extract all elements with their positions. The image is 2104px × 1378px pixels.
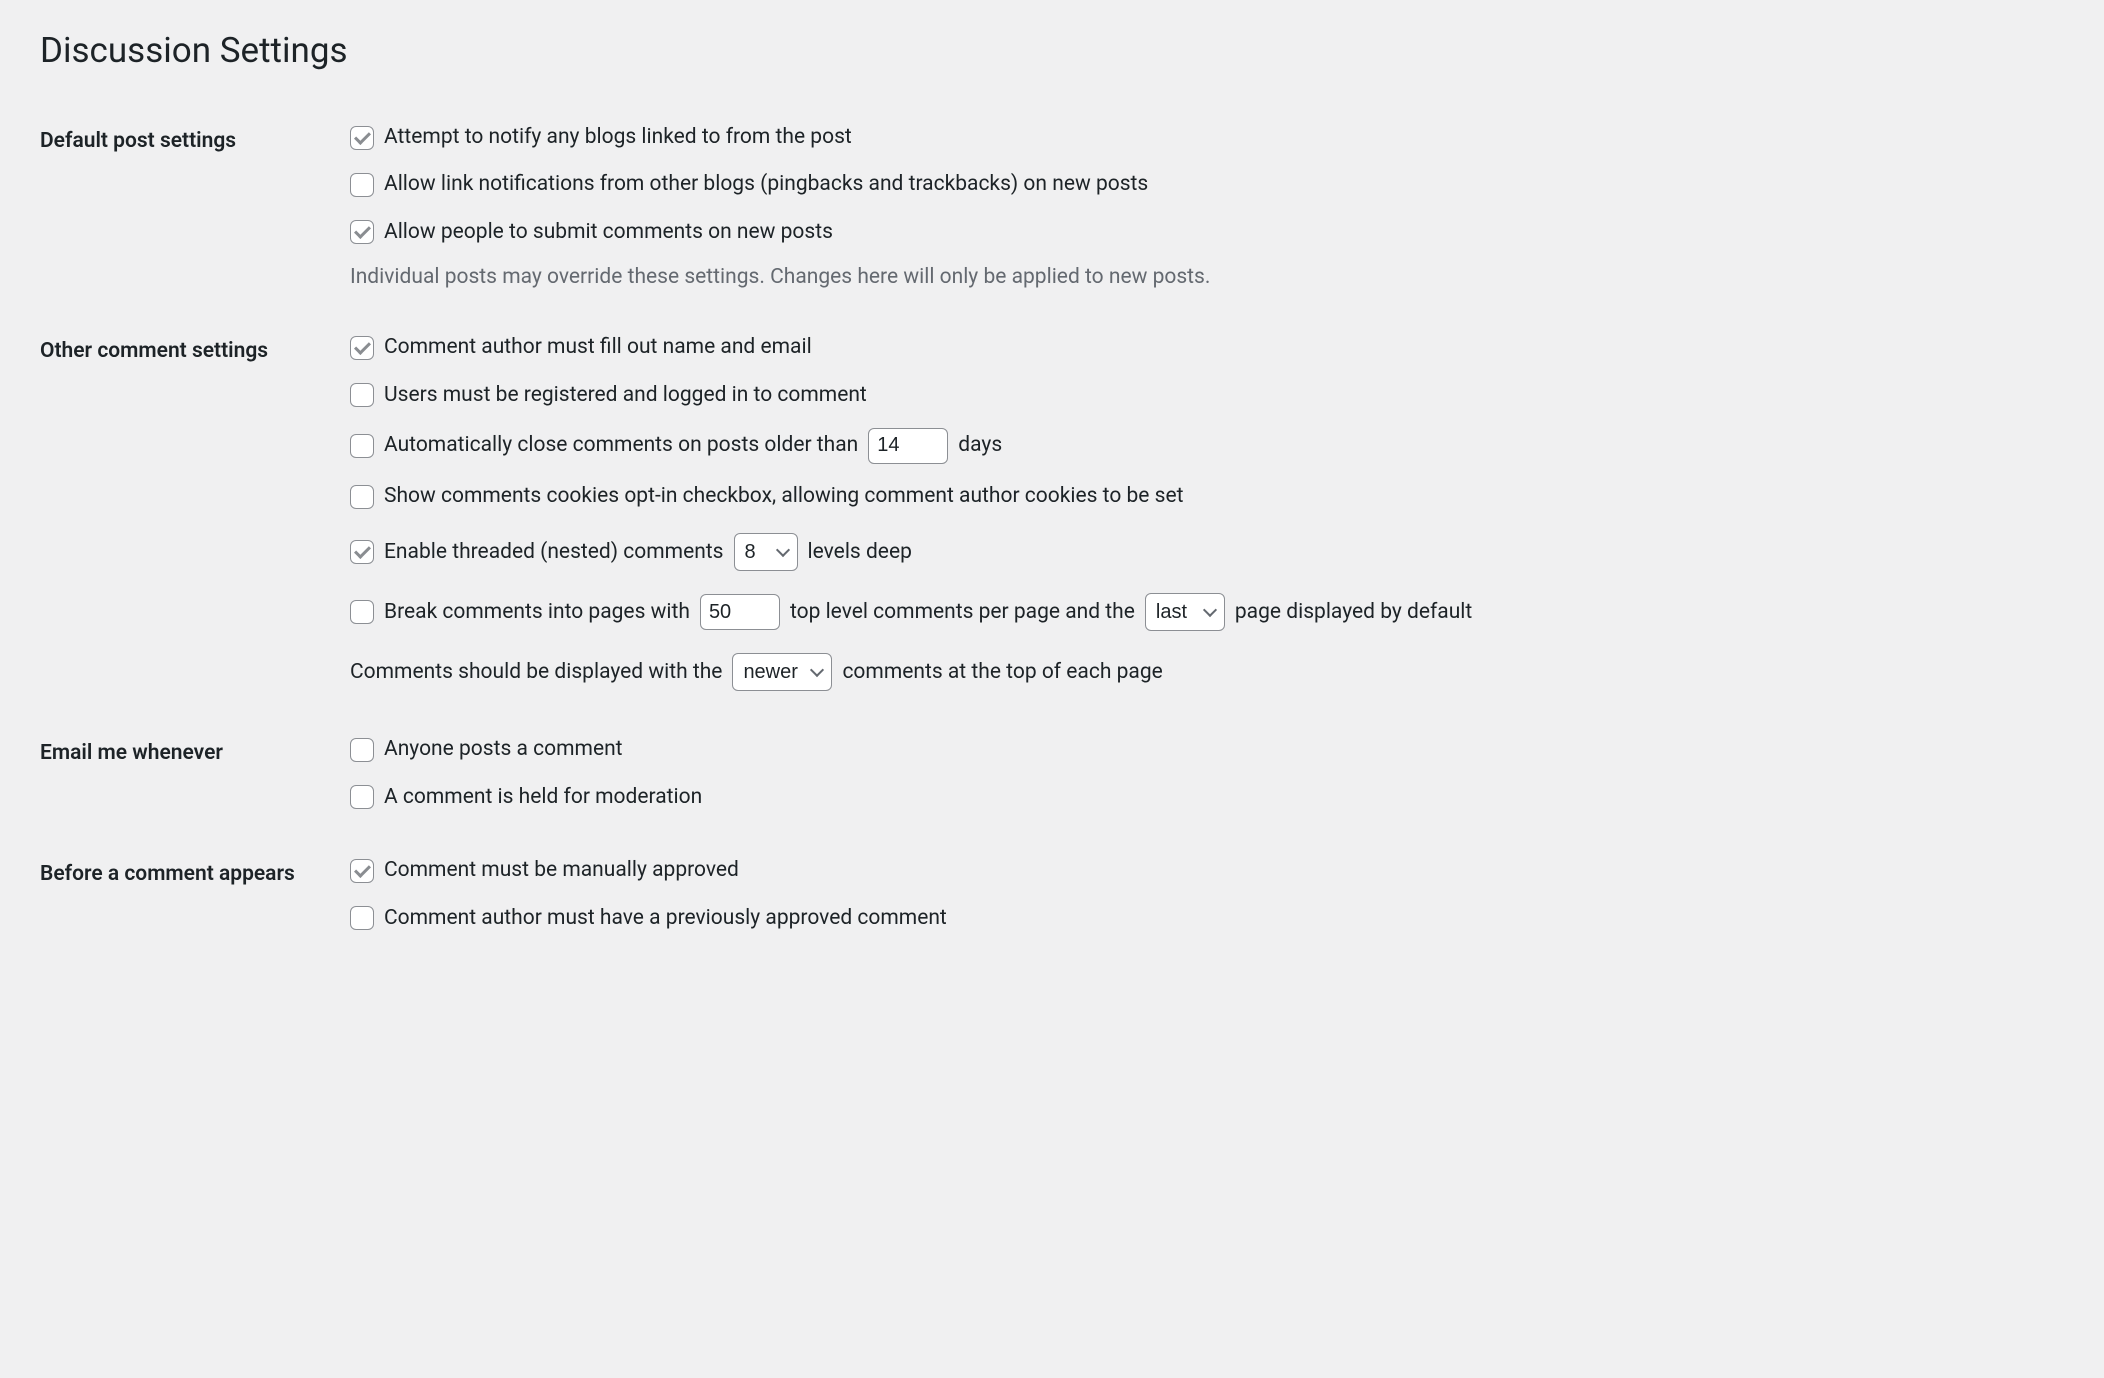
settings-form-table: Default post settings Attempt to notify …: [40, 101, 2064, 955]
anyone-posts-checkbox[interactable]: [350, 738, 374, 762]
auto-close-label-after: days: [958, 431, 1002, 460]
option-prev-approved: Comment author must have a previously ap…: [350, 904, 2054, 933]
default-post-description: Individual posts may override these sett…: [350, 265, 2054, 289]
threaded-label-after: levels deep: [808, 538, 912, 567]
prev-approved-label: Comment author must have a previously ap…: [384, 904, 947, 933]
notify-linked-checkbox[interactable]: [350, 126, 374, 150]
option-notify-linked: Attempt to notify any blogs linked to fr…: [350, 123, 2054, 152]
section-heading-other-comment: Other comment settings: [40, 311, 340, 713]
paginate-checkbox[interactable]: [350, 600, 374, 624]
auto-close-label-before: Automatically close comments on posts ol…: [384, 431, 858, 460]
allow-comments-label: Allow people to submit comments on new p…: [384, 218, 833, 247]
allow-pingbacks-label: Allow link notifications from other blog…: [384, 170, 1148, 199]
paginate-default-page-select[interactable]: last: [1145, 593, 1225, 631]
threaded-depth-select[interactable]: 8: [734, 533, 798, 571]
threaded-depth-select-wrap: 8: [734, 533, 798, 571]
manual-approve-label: Comment must be manually approved: [384, 856, 739, 885]
paginate-label2: top level comments per page and the: [790, 598, 1135, 627]
anyone-posts-label: Anyone posts a comment: [384, 735, 623, 764]
held-moderation-label: A comment is held for moderation: [384, 783, 702, 812]
require-registration-label: Users must be registered and logged in t…: [384, 381, 867, 410]
section-other-comment: Other comment settings Comment author mu…: [40, 311, 2064, 713]
section-email-me: Email me whenever Anyone posts a comment…: [40, 713, 2064, 834]
option-cookies-optin: Show comments cookies opt-in checkbox, a…: [350, 482, 2054, 511]
comment-order-select-wrap: newer: [732, 653, 832, 691]
cookies-optin-checkbox[interactable]: [350, 485, 374, 509]
option-manual-approve: Comment must be manually approved: [350, 856, 2054, 885]
threaded-label-before: Enable threaded (nested) comments: [384, 538, 724, 567]
held-moderation-checkbox[interactable]: [350, 785, 374, 809]
allow-comments-checkbox[interactable]: [350, 220, 374, 244]
section-before-appears: Before a comment appears Comment must be…: [40, 834, 2064, 955]
allow-pingbacks-checkbox[interactable]: [350, 173, 374, 197]
option-threaded: Enable threaded (nested) comments 8 leve…: [350, 533, 2054, 571]
comment-order-label1: Comments should be displayed with the: [350, 658, 722, 687]
option-anyone-posts: Anyone posts a comment: [350, 735, 2054, 764]
require-registration-checkbox[interactable]: [350, 383, 374, 407]
option-require-registration: Users must be registered and logged in t…: [350, 381, 2054, 410]
auto-close-days-input[interactable]: [868, 428, 948, 464]
require-name-email-label: Comment author must fill out name and em…: [384, 333, 812, 362]
option-paginate: Break comments into pages with top level…: [350, 593, 2054, 631]
section-heading-before-appears: Before a comment appears: [40, 834, 340, 955]
page-title: Discussion Settings: [40, 30, 2064, 71]
notify-linked-label: Attempt to notify any blogs linked to fr…: [384, 123, 852, 152]
paginate-label3: page displayed by default: [1235, 598, 1472, 627]
option-allow-pingbacks: Allow link notifications from other blog…: [350, 170, 2054, 199]
settings-page: Discussion Settings Default post setting…: [0, 0, 2104, 1015]
paginate-default-page-select-wrap: last: [1145, 593, 1225, 631]
require-name-email-checkbox[interactable]: [350, 336, 374, 360]
cookies-optin-label: Show comments cookies opt-in checkbox, a…: [384, 482, 1184, 511]
option-allow-comments: Allow people to submit comments on new p…: [350, 218, 2054, 247]
threaded-checkbox[interactable]: [350, 540, 374, 564]
section-heading-email-me: Email me whenever: [40, 713, 340, 834]
comment-order-label2: comments at the top of each page: [842, 658, 1162, 687]
option-comment-order: Comments should be displayed with the ne…: [350, 653, 2054, 691]
auto-close-checkbox[interactable]: [350, 434, 374, 458]
paginate-per-page-input[interactable]: [700, 594, 780, 630]
option-auto-close: Automatically close comments on posts ol…: [350, 428, 2054, 464]
paginate-label1: Break comments into pages with: [384, 598, 690, 627]
option-held-moderation: A comment is held for moderation: [350, 783, 2054, 812]
prev-approved-checkbox[interactable]: [350, 906, 374, 930]
manual-approve-checkbox[interactable]: [350, 859, 374, 883]
section-heading-default-post: Default post settings: [40, 101, 340, 311]
option-require-name-email: Comment author must fill out name and em…: [350, 333, 2054, 362]
comment-order-select[interactable]: newer: [732, 653, 832, 691]
section-default-post: Default post settings Attempt to notify …: [40, 101, 2064, 311]
